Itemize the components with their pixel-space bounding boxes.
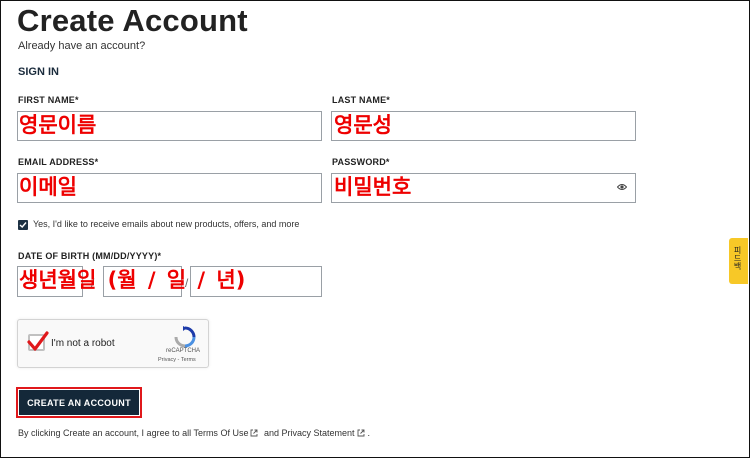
signin-link[interactable]: SIGN IN [18, 66, 59, 78]
check-icon [19, 222, 27, 229]
recaptcha-label: I'm not a robot [51, 338, 115, 349]
red-check-icon [27, 331, 49, 351]
legal-suffix: . [367, 428, 371, 438]
signin-prompt: Already have an account? [18, 40, 146, 52]
create-account-button[interactable]: CREATE AN ACCOUNT [19, 390, 139, 415]
recaptcha-terms-link[interactable]: Privacy - Terms [158, 357, 196, 363]
email-annotation: 이메일 [19, 175, 77, 199]
legal-text: By clicking Create an account, I agree t… [18, 428, 370, 438]
dob-label: DATE OF BIRTH (MM/DD/YYYY)* [18, 251, 162, 261]
last-name-label: LAST NAME* [332, 95, 390, 105]
recaptcha-logo-icon [174, 326, 196, 348]
legal-conjunction: and [263, 428, 279, 438]
page-title: Create Account [17, 3, 248, 38]
terms-of-use-link[interactable]: Terms Of Use [193, 428, 248, 438]
external-link-icon [251, 429, 258, 437]
external-link-icon [357, 429, 364, 437]
dob-annotation: 생년월일 (월 / 일 / 년) [19, 268, 246, 292]
legal-prefix: By clicking Create an account, I agree t… [18, 428, 192, 438]
marketing-checkbox-label: Yes, I'd like to receive emails about ne… [33, 219, 300, 229]
feedback-tab-label: 피드백 [733, 246, 742, 270]
password-annotation: 비밀번호 [334, 175, 412, 199]
recaptcha-brand: reCAPTCHA [166, 348, 201, 354]
last-name-annotation: 영문성 [334, 113, 392, 137]
recaptcha-widget: I'm not a robot reCAPTCHA Privacy - Term… [17, 319, 209, 368]
email-label: EMAIL ADDRESS* [18, 157, 99, 167]
first-name-annotation: 영문이름 [19, 113, 97, 137]
marketing-checkbox[interactable] [18, 220, 28, 230]
privacy-statement-link[interactable]: Privacy Statement [282, 428, 355, 438]
feedback-tab[interactable]: 피드백 [729, 238, 748, 284]
password-label: PASSWORD* [332, 157, 390, 167]
first-name-label: FIRST NAME* [18, 95, 79, 105]
eye-icon[interactable] [617, 183, 627, 191]
